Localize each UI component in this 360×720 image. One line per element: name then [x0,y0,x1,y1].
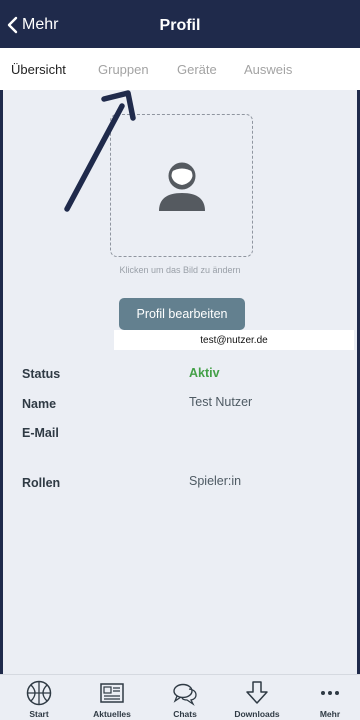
edit-profile-button[interactable]: Profil bearbeiten [119,298,245,330]
more-dots-icon [321,691,339,695]
name-value: Test Nutzer [189,395,253,409]
roles-label: Rollen [22,476,61,490]
roles-value: Spieler:in [189,474,242,488]
nav-downloads[interactable]: Downloads [222,675,292,720]
download-icon [246,681,268,704]
tab-ausweis[interactable]: Ausweis [244,62,292,77]
tab-geraete[interactable]: Geräte [177,62,217,77]
newspaper-icon [100,683,124,703]
app-frame: Mehr Profil Übersicht Gruppen Geräte Aus… [0,0,360,720]
nav-label-mehr: Mehr [319,709,341,719]
email-value: test@nutzer.de [114,330,354,350]
status-label: Status [22,367,61,381]
tab-bar: Übersicht Gruppen Geräte Ausweis [0,48,360,90]
status-value: Aktiv [189,366,220,380]
top-bar: Mehr Profil [0,0,360,48]
nav-label-aktuelles: Aktuelles [93,709,131,719]
nav-label-start: Start [29,709,49,719]
nav-label-chats: Chats [173,709,197,719]
chat-bubbles-icon [173,683,197,706]
email-label: E-Mail [22,426,59,440]
tab-gruppen[interactable]: Gruppen [98,62,149,77]
basketball-icon [26,680,52,706]
nav-aktuelles[interactable]: Aktuelles [77,675,147,720]
name-label: Name [22,397,57,411]
user-avatar-icon [159,162,205,211]
page-title: Profil [159,17,201,34]
avatar-hint: Klicken um das Bild zu ändern [119,265,241,275]
nav-chats[interactable]: Chats [150,675,220,720]
nav-start[interactable]: Start [4,675,74,720]
nav-label-downloads: Downloads [234,709,280,719]
nav-mehr[interactable]: Mehr [295,675,360,720]
tab-uebersicht[interactable]: Übersicht [11,62,66,77]
avatar-upload[interactable] [110,114,253,257]
bottom-nav: Start Aktuelles Chats Downloads Mehr [0,674,360,720]
profile-content: Klicken um das Bild zu ändern Profil bea… [3,90,357,674]
